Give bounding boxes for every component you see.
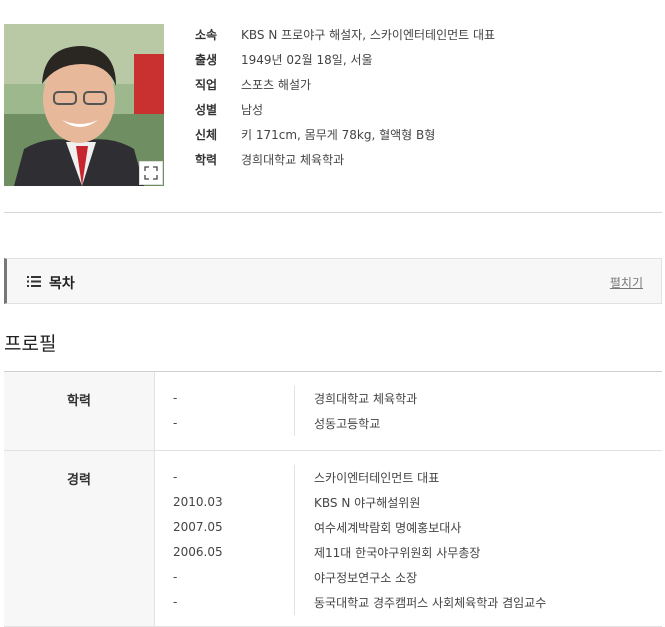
info-key: 소속 (195, 28, 218, 42)
profile-photo[interactable] (4, 24, 164, 186)
table-of-contents: 목차 펼치기 (4, 258, 662, 304)
row-text: 경희대학교 체육학과 (314, 392, 418, 406)
table-row: - 야구정보연구소 소장 (155, 565, 662, 590)
row-text: 성동고등학교 (314, 417, 381, 431)
section-title: 프로필 (4, 333, 57, 355)
row-date: 2006.05 (155, 540, 295, 565)
info-row-affiliation: 소속 KBS N 프로야구 해설자, 스카이엔터테인먼트 대표 (195, 22, 495, 47)
row-date: 2007.05 (155, 515, 295, 540)
info-value: 경희대학교 체육학과 (241, 153, 345, 167)
table-row: 2010.03 KBS N 야구해설위원 (155, 490, 662, 515)
info-row-birth: 출생 1949년 02월 18일, 서울 (195, 47, 495, 72)
page: 소속 KBS N 프로야구 해설자, 스카이엔터테인먼트 대표 출생 1949년… (0, 0, 665, 627)
row-text: 스카이엔터테인먼트 대표 (314, 471, 440, 485)
expand-image-button[interactable] (139, 161, 163, 185)
info-key: 직업 (195, 78, 218, 92)
info-key: 학력 (195, 153, 218, 167)
row-date: - (155, 465, 295, 490)
info-value: 1949년 02월 18일, 서울 (241, 53, 373, 67)
table-row: - 성동고등학교 (155, 411, 662, 436)
row-date: - (155, 565, 295, 590)
person-info: 소속 KBS N 프로야구 해설자, 스카이엔터테인먼트 대표 출생 1949년… (195, 22, 495, 172)
info-row-body: 신체 키 171cm, 몸무게 78kg, 혈액형 B형 (195, 122, 495, 147)
info-key: 성별 (195, 103, 218, 117)
toc-title: 목차 (49, 276, 75, 292)
row-text: KBS N 야구해설위원 (314, 496, 421, 510)
info-value: KBS N 프로야구 해설자, 스카이엔터테인먼트 대표 (241, 28, 496, 42)
divider (4, 212, 662, 213)
table-row: 2007.05 여수세계박람회 명예홍보대사 (155, 515, 662, 540)
education-rows: - 경희대학교 체육학과 - 성동고등학교 (155, 372, 662, 450)
table-row: - 동국대학교 경주캠퍼스 사회체육학과 겸임교수 (155, 590, 662, 615)
info-row-job: 직업 스포츠 해설가 (195, 72, 495, 97)
career-group: 경력 - 스카이엔터테인먼트 대표 2010.03 KBS N 야구해설위원 2… (4, 451, 662, 627)
info-value: 스포츠 해설가 (241, 78, 312, 92)
row-text: 동국대학교 경주캠퍼스 사회체육학과 겸임교수 (314, 596, 547, 610)
toc-expand-link[interactable]: 펼치기 (610, 274, 643, 291)
info-row-education: 학력 경희대학교 체육학과 (195, 147, 495, 172)
row-date: 2010.03 (155, 490, 295, 515)
career-header: 경력 (4, 451, 155, 626)
row-date: - (155, 386, 295, 411)
info-key: 신체 (195, 128, 218, 142)
education-group: 학력 - 경희대학교 체육학과 - 성동고등학교 (4, 372, 662, 451)
table-row: 2006.05 제11대 한국야구위원회 사무총장 (155, 540, 662, 565)
list-icon (27, 276, 41, 287)
table-row: - 스카이엔터테인먼트 대표 (155, 465, 662, 490)
expand-icon (144, 166, 158, 180)
row-text: 제11대 한국야구위원회 사무총장 (314, 546, 481, 560)
info-key: 출생 (195, 53, 218, 67)
education-header: 학력 (4, 372, 155, 450)
table-row: - 경희대학교 체육학과 (155, 386, 662, 411)
row-date: - (155, 590, 295, 615)
row-date: - (155, 411, 295, 436)
profile-table: 학력 - 경희대학교 체육학과 - 성동고등학교 경력 - 스카이엔터테인먼트 … (4, 371, 662, 627)
row-text: 여수세계박람회 명예홍보대사 (314, 521, 462, 535)
info-value: 남성 (241, 103, 264, 117)
info-row-gender: 성별 남성 (195, 97, 495, 122)
career-rows: - 스카이엔터테인먼트 대표 2010.03 KBS N 야구해설위원 2007… (155, 451, 662, 626)
info-value: 키 171cm, 몸무게 78kg, 혈액형 B형 (241, 128, 436, 142)
row-text: 야구정보연구소 소장 (314, 571, 418, 585)
